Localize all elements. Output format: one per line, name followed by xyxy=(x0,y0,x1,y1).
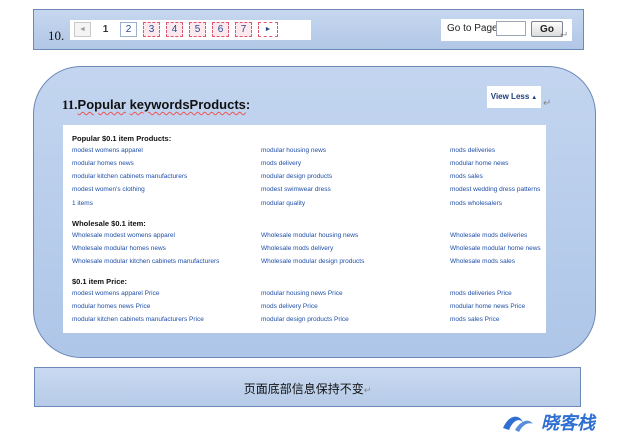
keywords-title-colon: : xyxy=(245,97,251,112)
keyword-link[interactable]: modular housing news Price xyxy=(261,290,343,297)
keyword-link[interactable]: modest womens apparel Price xyxy=(72,290,159,297)
keyword-link[interactable]: Wholesale modular homes news xyxy=(72,245,166,252)
keyword-link[interactable]: modular homes news xyxy=(72,160,134,167)
footer-section: 页面底部信息保持不变↵ xyxy=(34,367,581,407)
keyword-link[interactable]: modest women's clothing xyxy=(72,186,145,193)
pagination-section: 10. ◄ 1 2 3 4 5 6 7 ► Go to Page Go ↵ xyxy=(33,9,584,50)
goto-page-box: Go to Page Go xyxy=(441,19,572,41)
watermark-text: 晓客栈 xyxy=(541,413,597,434)
keyword-link[interactable]: Wholesale modular home news xyxy=(450,245,541,252)
keyword-link[interactable]: modest womens apparel xyxy=(72,147,143,154)
watermark-swoosh-icon xyxy=(515,420,533,432)
view-less-button[interactable]: View Less ▲ xyxy=(487,86,541,108)
keywords-title-products: keywordsProducts xyxy=(129,97,246,112)
keyword-link[interactable]: Wholesale mods sales xyxy=(450,258,515,265)
keyword-link[interactable]: mods delivery xyxy=(261,160,301,167)
page-link-2[interactable]: 2 xyxy=(120,22,137,37)
keywords-group-title: $0.1 item Price: xyxy=(72,277,128,286)
keywords-section-title: 11.Popular keywordsProducts: xyxy=(62,97,250,113)
pagination-strip: ◄ 1 2 3 4 5 6 7 ► xyxy=(70,20,311,40)
watermark-logo: 晓客栈 xyxy=(503,413,597,434)
keyword-link[interactable]: modular home news xyxy=(450,160,509,167)
caret-up-icon: ▲ xyxy=(531,95,538,101)
page-link-5[interactable]: 5 xyxy=(189,22,206,37)
goto-page-label: Go to Page xyxy=(447,23,498,34)
page-link-3[interactable]: 3 xyxy=(143,22,160,37)
keyword-link[interactable]: Wholesale modular housing news xyxy=(261,232,358,239)
keywords-title-popular: Popular xyxy=(77,97,126,112)
keyword-link[interactable]: modular home news Price xyxy=(450,303,525,310)
prev-page-arrow-icon[interactable]: ◄ xyxy=(74,22,91,37)
page-link-4[interactable]: 4 xyxy=(166,22,183,37)
footer-text: 页面底部信息保持不变↵ xyxy=(35,380,580,397)
go-button[interactable]: Go xyxy=(531,21,563,37)
keyword-link[interactable]: 1 items xyxy=(72,200,93,207)
keyword-link[interactable]: mods sales xyxy=(450,173,483,180)
keyword-link[interactable]: mods deliveries xyxy=(450,147,495,154)
keyword-link[interactable]: mods delivery Price xyxy=(261,303,318,310)
keyword-link[interactable]: mods wholesalers xyxy=(450,200,502,207)
section-number-11: 11. xyxy=(62,97,78,112)
return-mark-icon: ↵ xyxy=(543,98,552,109)
keywords-group-title: Popular $0.1 item Products: xyxy=(72,134,172,143)
page: 10. ◄ 1 2 3 4 5 6 7 ► Go to Page Go ↵ 11… xyxy=(0,0,635,440)
keyword-link[interactable]: modest swimwear dress xyxy=(261,186,331,193)
keyword-link[interactable]: modular homes news Price xyxy=(72,303,150,310)
footer-text-label: 页面底部信息保持不变 xyxy=(243,382,364,396)
view-less-label: View Less xyxy=(490,92,530,101)
keyword-link[interactable]: Wholesale modest womens apparel xyxy=(72,232,175,239)
keyword-link[interactable]: modular quality xyxy=(261,200,305,207)
keyword-link[interactable]: modest wedding dress patterns xyxy=(450,186,540,193)
keyword-link[interactable]: modular kitchen cabinets manufacturers xyxy=(72,173,187,180)
keyword-link[interactable]: Wholesale mods deliveries xyxy=(450,232,527,239)
keywords-panel: Popular $0.1 item Products: modest women… xyxy=(63,125,546,333)
goto-page-input[interactable] xyxy=(496,21,526,36)
page-link-6[interactable]: 6 xyxy=(212,22,229,37)
keyword-link[interactable]: modular housing news xyxy=(261,147,326,154)
keyword-link[interactable]: modular kitchen cabinets manufacturers P… xyxy=(72,316,204,323)
keyword-link[interactable]: Wholesale modular kitchen cabinets manuf… xyxy=(72,258,219,265)
keyword-link[interactable]: modular design products xyxy=(261,173,332,180)
return-mark-icon: ↵ xyxy=(560,30,569,41)
keyword-link[interactable]: Wholesale mods delivery xyxy=(261,245,333,252)
keyword-link[interactable]: mods sales Price xyxy=(450,316,500,323)
section-number-10: 10. xyxy=(48,28,65,43)
keyword-link[interactable]: modular design products Price xyxy=(261,316,349,323)
keyword-link[interactable]: Wholesale modular design products xyxy=(261,258,364,265)
next-page-arrow-icon[interactable]: ► xyxy=(258,22,278,37)
page-link-1[interactable]: 1 xyxy=(97,22,114,37)
keyword-link[interactable]: mods deliveries Price xyxy=(450,290,512,297)
return-mark-icon: ↵ xyxy=(363,386,372,396)
keywords-group-title: Wholesale $0.1 item: xyxy=(72,219,146,228)
page-link-7[interactable]: 7 xyxy=(235,22,252,37)
